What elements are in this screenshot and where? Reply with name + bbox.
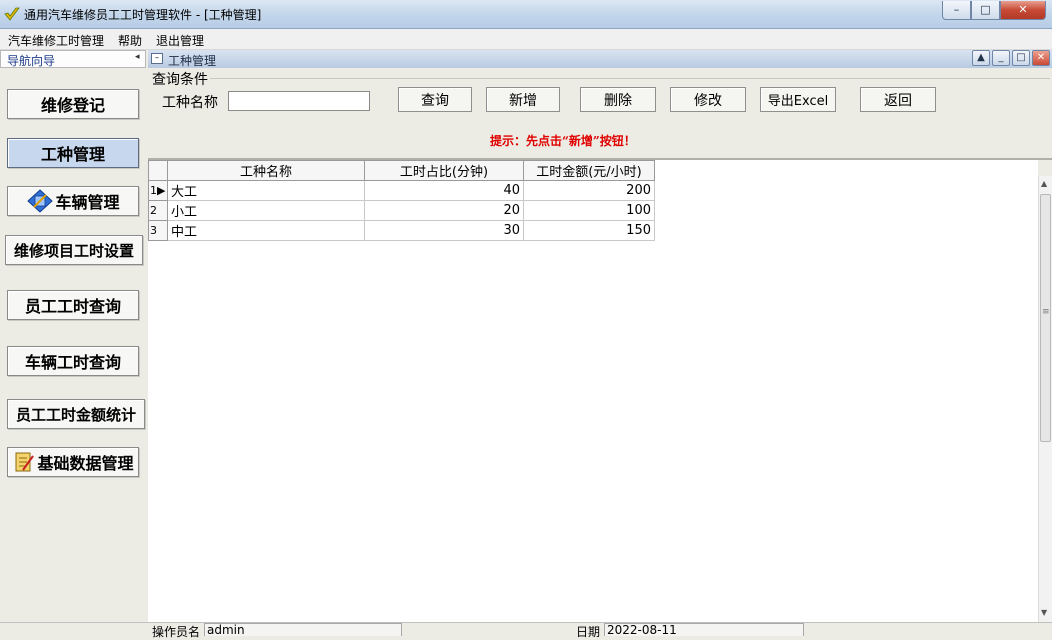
row-indicator: 3 [148, 220, 168, 241]
scrollbar-thumb[interactable]: ≡ [1040, 194, 1051, 442]
nav-employee-amount-button[interactable]: 员工工时金额统计 [7, 399, 145, 429]
nav-repair-register-button[interactable]: 维修登记 [7, 89, 139, 119]
nav-vehicle-hours-button[interactable]: 车辆工时查询 [7, 346, 139, 376]
data-grid: 工种名称 工时占比(分钟) 工时金额(元/小时) 1▶ 大工 40 200 2 … [148, 160, 1038, 622]
nav-vehicle-button[interactable]: 车辆管理 [7, 186, 139, 216]
nav-header-title: 导航向导 [7, 54, 56, 68]
worktype-table: 工种名称 工时占比(分钟) 工时金额(元/小时) 1▶ 大工 40 200 2 … [148, 160, 655, 241]
operator-label: 操作员名 [152, 625, 201, 639]
export-excel-button[interactable]: 导出Excel [760, 87, 836, 112]
query-button[interactable]: 查询 [398, 87, 472, 112]
nav-employee-hours-button[interactable]: 员工工时查询 [7, 290, 139, 320]
operator-value: admin [204, 623, 402, 637]
cell-amount[interactable]: 150 [523, 220, 655, 241]
scroll-up-icon[interactable]: ▲ [1041, 179, 1047, 188]
child-maximize-button[interactable]: □ [1012, 50, 1030, 66]
nav-repair-item-hours-button[interactable]: 维修项目工时设置 [5, 235, 143, 265]
nav-panel: 维修登记 工种管理 车辆管理 维修项目工时设置 员工工时查询 车辆工时查询 员工… [0, 68, 149, 622]
nav-worktype-button[interactable]: 工种管理 [7, 138, 139, 168]
delete-button[interactable]: 删除 [580, 87, 656, 112]
column-header-amount[interactable]: 工时金额(元/小时) [523, 160, 655, 181]
maximize-button[interactable]: □ [971, 1, 1000, 20]
date-label: 日期 [576, 625, 601, 639]
child-window-title: 工种管理 [168, 54, 217, 68]
cell-amount[interactable]: 200 [523, 180, 655, 201]
child-close-button[interactable]: ✕ [1032, 50, 1050, 66]
child-minimize-button[interactable]: _ [992, 50, 1010, 66]
nav-base-data-button[interactable]: 基础数据管理 [7, 447, 139, 477]
worktype-name-label: 工种名称 [162, 95, 218, 111]
app-logo-icon [4, 7, 20, 21]
table-row[interactable]: 2 小工 20 100 [148, 200, 655, 221]
row-indicator-header [148, 160, 168, 181]
child-window-caption: – 工种管理 ▲ _ □ ✕ [148, 50, 1052, 69]
table-row[interactable]: 3 中工 30 150 [148, 220, 655, 241]
cell-amount[interactable]: 100 [523, 200, 655, 221]
date-value: 2022-08-11 [604, 623, 804, 637]
nav-item-label: 员工工时金额统计 [15, 405, 136, 424]
status-bar-left [0, 622, 148, 637]
nav-item-label: 车辆管理 [55, 193, 120, 212]
child-restore-button[interactable]: ▲ [972, 50, 990, 66]
back-button[interactable]: 返回 [860, 87, 936, 112]
vertical-scrollbar[interactable]: ▲ ≡ ▼ [1038, 176, 1052, 622]
cell-minutes[interactable]: 20 [364, 200, 524, 221]
scroll-down-icon[interactable]: ▼ [1041, 608, 1047, 617]
nav-item-label: 维修登记 [40, 96, 105, 115]
query-group-title: 查询条件 [152, 72, 208, 88]
window-controls: – □ ✕ [942, 1, 1046, 21]
current-row-arrow-icon: ▶ [157, 184, 166, 197]
worktype-name-input[interactable] [228, 91, 370, 111]
nav-item-label: 维修项目工时设置 [13, 241, 134, 260]
nav-item-label: 工种管理 [40, 145, 105, 164]
window-title: 通用汽车维修员工工时管理软件 - [工种管理] [24, 8, 262, 22]
edit-button[interactable]: 修改 [670, 87, 746, 112]
menu-repair-hours[interactable]: 汽车维修工时管理 [8, 32, 104, 49]
blue-diamond-icon [27, 189, 54, 213]
row-indicator: 2 [148, 200, 168, 221]
add-button[interactable]: 新增 [486, 87, 560, 112]
cell-name[interactable]: 中工 [167, 220, 365, 241]
scroll-grip-icon: ≡ [1042, 307, 1050, 317]
nav-header: 导航向导 ◂ [0, 50, 146, 68]
child-window-menu-icon[interactable]: – [151, 53, 163, 64]
status-bar: 操作员名 admin 日期 2022-08-11 [148, 622, 1052, 639]
group-divider [210, 78, 1050, 79]
nav-item-label: 员工工时查询 [24, 297, 121, 316]
child-window-controls: ▲ _ □ ✕ [972, 50, 1050, 66]
close-button[interactable]: ✕ [1000, 1, 1046, 20]
menu-bar: 汽车维修工时管理 帮助 退出管理 [0, 29, 1052, 50]
minimize-button[interactable]: – [942, 1, 971, 20]
column-header-name[interactable]: 工种名称 [167, 160, 365, 181]
notes-icon [15, 452, 35, 472]
column-header-minutes[interactable]: 工时占比(分钟) [364, 160, 524, 181]
row-indicator: 1▶ [148, 180, 168, 201]
nav-collapse-icon[interactable]: ◂ [135, 52, 140, 62]
hint-text: 提示：先点击“新增”按钮！ [490, 134, 636, 148]
nav-item-label: 车辆工时查询 [24, 353, 121, 372]
table-header-row: 工种名称 工时占比(分钟) 工时金额(元/小时) [148, 160, 655, 181]
menu-help[interactable]: 帮助 [118, 32, 142, 49]
table-row[interactable]: 1▶ 大工 40 200 [148, 180, 655, 201]
menu-exit[interactable]: 退出管理 [156, 32, 204, 49]
cell-minutes[interactable]: 40 [364, 180, 524, 201]
nav-item-label: 基础数据管理 [37, 454, 134, 473]
cell-name[interactable]: 大工 [167, 180, 365, 201]
query-panel: 查询条件 工种名称 查询 新增 删除 修改 导出Excel 返回 提示：先点击“… [148, 68, 1052, 160]
cell-minutes[interactable]: 30 [364, 220, 524, 241]
title-bar: 通用汽车维修员工工时管理软件 - [工种管理] – □ ✕ [0, 0, 1052, 29]
cell-name[interactable]: 小工 [167, 200, 365, 221]
